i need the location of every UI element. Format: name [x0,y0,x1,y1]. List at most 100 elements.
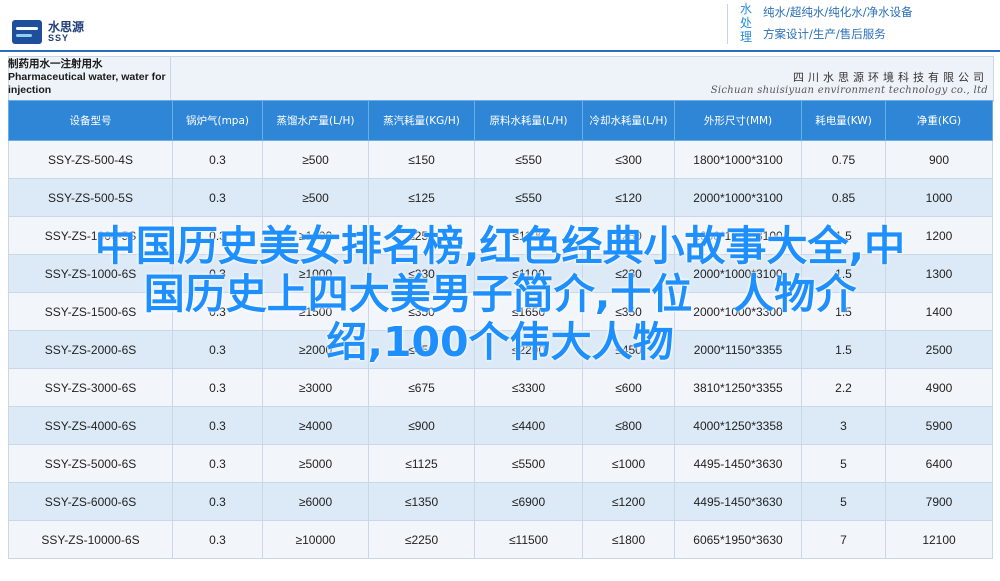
product-title-en: Pharmaceutical water, water for injectio… [8,71,166,96]
overlay-line-1: 中国历史美女排名榜,红色经典小故事大全,中 [94,222,906,270]
table-cell: ≤600 [582,368,675,407]
table-cell: ≤150 [368,140,475,179]
table-cell: ≥5000 [262,444,369,483]
table-cell: ≥3000 [262,368,369,407]
column-header: 蒸汽耗量(KG/H) [368,100,475,141]
column-header: 净重(KG) [885,100,993,141]
table-cell: ≤2250 [368,520,475,559]
table-cell: ≤300 [582,140,675,179]
table-cell: 4000*1250*3358 [674,406,802,445]
table-cell: 0.3 [172,368,263,407]
table-cell: 2000*1000*3100 [674,178,802,217]
table-cell: ≥4000 [262,406,369,445]
table-cell: ≤675 [368,368,475,407]
table-cell: ≤11500 [474,520,583,559]
logo-cn-text: 水思源 [48,19,85,34]
table-cell: ≤900 [368,406,475,445]
table-cell: 7 [801,520,886,559]
table-cell: 0.3 [172,178,263,217]
company-name-cn: 四川水思源环境科技有限公司 [793,71,988,84]
table-cell: 1800*1000*3100 [674,140,802,179]
table-cell: 0.3 [172,482,263,521]
model-cell: SSY-ZS-4000-6S [8,406,173,445]
column-header: 外形尺寸(MM) [674,100,802,141]
table-cell: 3810*1250*3355 [674,368,802,407]
model-cell: SSY-ZS-6000-6S [8,482,173,521]
model-cell: SSY-ZS-500-4S [8,140,173,179]
table-cell: 7900 [885,482,993,521]
table-cell: 0.75 [801,140,886,179]
table-cell: ≤120 [582,178,675,217]
header-rule [0,50,1000,52]
table-cell: 0.3 [172,444,263,483]
model-cell: SSY-ZS-3000-6S [8,368,173,407]
column-header: 原料水耗量(L/H) [474,100,583,141]
overlay-line-2: 国历史上四大美男子简介,十位 人物介 [143,270,857,318]
column-header: 冷却水耗量(L/H) [582,100,675,141]
model-cell: SSY-ZS-500-5S [8,178,173,217]
table-row: SSY-ZS-500-4S 0.3 ≥500 ≤150 ≤550 ≤300 1800*100… [8,140,993,179]
table-cell: 1000 [885,178,993,217]
table-cell: ≥10000 [262,520,369,559]
table-cell: ≤4400 [474,406,583,445]
table-cell: 3 [801,406,886,445]
table-cell: 4495-1450*3630 [674,482,802,521]
table-row: SSY-ZS-10000-6S 0.3 ≥10000 ≤2250 ≤11500 ≤1800… [8,520,993,559]
table-cell: ≤3300 [474,368,583,407]
model-cell: SSY-ZS-5000-6S [8,444,173,483]
model-cell: SSY-ZS-10000-6S [8,520,173,559]
table-cell: 12100 [885,520,993,559]
table-cell: 0.85 [801,178,886,217]
service-line-1: 纯水/超纯水/纯化水/净水设备 [763,5,913,19]
product-title-cn: 制药用水一注射用水 [8,58,103,70]
service-vertical-char: 处 [739,16,752,30]
table-cell: ≤6900 [474,482,583,521]
table-cell: ≤1800 [582,520,675,559]
table-cell: 6065*1950*3630 [674,520,802,559]
table-cell: 900 [885,140,993,179]
table-cell: 5900 [885,406,993,445]
table-cell: 4900 [885,368,993,407]
table-cell: ≤1200 [582,482,675,521]
service-vertical-char: 理 [739,30,752,44]
table-cell: ≤1350 [368,482,475,521]
table-cell: 6400 [885,444,993,483]
company-name-en: Sichuan shuisiyuan environment technolog… [710,85,988,96]
service-vertical-label: 水 处 理 [737,2,755,44]
table-cell: ≥500 [262,140,369,179]
table-cell: 0.3 [172,406,263,445]
table-cell: 2.2 [801,368,886,407]
table-row: SSY-ZS-4000-6S 0.3 ≥4000 ≤900 ≤4400 ≤800 4000*… [8,406,993,445]
table-cell: 0.3 [172,520,263,559]
table-cell: ≥500 [262,178,369,217]
column-header: 锅炉气(mpa) [172,100,263,141]
column-header: 耗电量(KW) [801,100,886,141]
service-line-2: 方案设计/生产/售后服务 [763,27,886,41]
table-row: SSY-ZS-6000-6S 0.3 ≥6000 ≤1350 ≤6900 ≤1200 449… [8,482,993,521]
table-cell: 0.3 [172,140,263,179]
column-header: 设备型号 [8,100,173,141]
table-cell: ≤550 [474,178,583,217]
table-cell: ≤5500 [474,444,583,483]
table-row: SSY-ZS-500-5S 0.3 ≥500 ≤125 ≤550 ≤120 2000*100… [8,178,993,217]
column-header: 蒸馏水产量(L/H) [262,100,369,141]
overlay-headline: 中国历史美女排名榜,红色经典小故事大全,中 国历史上四大美男子简介,十位 人物介… [0,222,1000,366]
service-banner: 水 处 理 纯水/超纯水/纯化水/净水设备 方案设计/生产/售后服务 [737,0,913,46]
table-cell: ≥6000 [262,482,369,521]
company-logo: 水思源 SSY [12,20,84,44]
header-divider [727,4,728,44]
table-cell: ≤800 [582,406,675,445]
logo-en-text: SSY [48,32,70,43]
table-cell: 4495-1450*3630 [674,444,802,483]
table-cell: ≤1000 [582,444,675,483]
table-cell: ≤1125 [368,444,475,483]
table-row: SSY-ZS-5000-6S 0.3 ≥5000 ≤1125 ≤5500 ≤1000 449… [8,444,993,483]
spec-table-header: 设备型号 锅炉气(mpa) 蒸馏水产量(L/H) 蒸汽耗量(KG/H) 原料水耗… [8,100,993,141]
service-vertical-char: 水 [739,2,752,16]
table-row: SSY-ZS-3000-6S 0.3 ≥3000 ≤675 ≤3300 ≤600 3810*… [8,368,993,407]
table-cell: 5 [801,482,886,521]
product-title: 制药用水一注射用水 Pharmaceutical water, water fo… [8,58,168,97]
table-cell: ≤125 [368,178,475,217]
overlay-line-3: 绍,100个伟大人物 [326,318,674,366]
logo-icon [12,20,42,44]
